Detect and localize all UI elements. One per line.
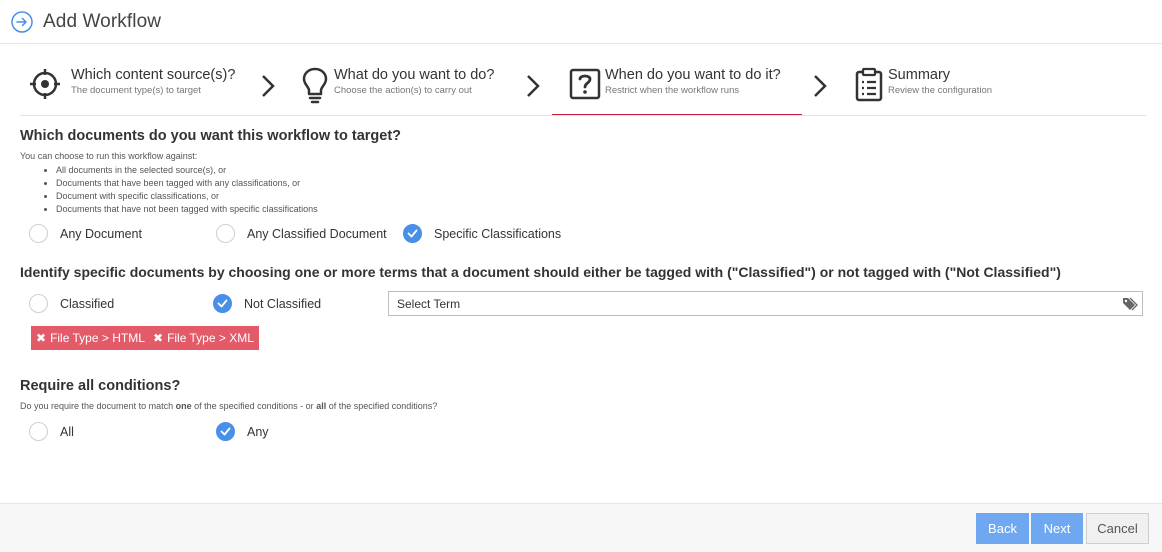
radio-any-classified-document[interactable]: Any Classified Document	[216, 224, 387, 243]
chip-label: File Type > HTML	[50, 331, 145, 345]
step-subtitle: Restrict when the workflow runs	[605, 85, 740, 96]
back-button[interactable]: Back	[976, 513, 1029, 544]
radio-circle[interactable]	[29, 294, 48, 313]
remove-icon[interactable]: ✖	[153, 331, 163, 345]
radio-circle[interactable]	[29, 422, 48, 441]
checkmark-icon	[220, 427, 231, 436]
list-item: All documents in the selected source(s),…	[56, 164, 318, 177]
select-term-input[interactable]: Select Term	[388, 291, 1143, 316]
list-item: Document with specific classifications, …	[56, 190, 318, 203]
step-action[interactable]: What do you want to do? Choose the actio…	[296, 58, 516, 116]
select-term-placeholder: Select Term	[397, 296, 461, 311]
question-box-icon	[569, 68, 601, 100]
step-title: Which content source(s)?	[71, 67, 236, 83]
radio-label: Classified	[60, 296, 115, 311]
description-emphasis: one	[175, 401, 192, 411]
radio-not-classified[interactable]: Not Classified	[213, 294, 321, 313]
list-item: Documents that have been tagged with any…	[56, 177, 318, 190]
cancel-button[interactable]: Cancel	[1086, 513, 1149, 544]
checkmark-icon	[217, 299, 228, 308]
step-title: What do you want to do?	[334, 67, 495, 83]
radio-label: Any Document	[60, 226, 142, 241]
step-title: When do you want to do it?	[605, 67, 781, 83]
list-item: Documents that have not been tagged with…	[56, 203, 318, 216]
description-text: of the specified conditions - or	[191, 401, 317, 411]
identify-heading: Identify specific documents by choosing …	[20, 264, 1061, 280]
radio-circle-checked[interactable]	[403, 224, 422, 243]
chevron-right-icon	[262, 75, 275, 97]
dialog-header: Add Workflow	[0, 0, 1162, 44]
radio-label: Any	[247, 424, 269, 439]
radio-circle-checked[interactable]	[213, 294, 232, 313]
radio-label: Any Classified Document	[247, 226, 387, 241]
term-chip[interactable]: ✖ File Type > XML	[148, 326, 259, 350]
tags-icon[interactable]	[1122, 296, 1138, 312]
target-heading: Which documents do you want this workflo…	[20, 128, 402, 144]
description-emphasis: all	[316, 401, 327, 411]
target-icon	[30, 69, 60, 99]
chip-label: File Type > XML	[167, 331, 254, 345]
radio-label: All	[60, 424, 74, 439]
radio-specific-classifications[interactable]: Specific Classifications	[403, 224, 561, 243]
dialog-title: Add Workflow	[43, 10, 162, 32]
radio-label: Specific Classifications	[434, 226, 562, 241]
checkmark-icon	[407, 229, 418, 238]
chevron-right-icon	[814, 75, 827, 97]
radio-label: Not Classified	[244, 296, 322, 311]
lightbulb-icon	[302, 67, 328, 104]
steps-divider	[20, 115, 1146, 116]
radio-circle[interactable]	[216, 224, 235, 243]
target-intro: You can choose to run this workflow agai…	[20, 151, 198, 161]
next-button[interactable]: Next	[1031, 513, 1083, 544]
target-bullet-list: All documents in the selected source(s),…	[40, 164, 318, 216]
clipboard-list-icon	[855, 67, 883, 102]
step-subtitle: Choose the action(s) to carry out	[334, 85, 472, 96]
description-text: Do you require the document to match	[20, 401, 176, 411]
step-title: Summary	[888, 67, 951, 83]
step-summary[interactable]: Summary Review the configuration	[850, 58, 1050, 116]
radio-any-document[interactable]: Any Document	[29, 224, 142, 243]
step-content-source[interactable]: Which content source(s)? The document ty…	[28, 58, 248, 116]
chevron-right-icon	[527, 75, 540, 97]
description-text: of the specified conditions?	[326, 401, 438, 411]
step-subtitle: Review the configuration	[888, 85, 993, 96]
radio-circle[interactable]	[29, 224, 48, 243]
remove-icon[interactable]: ✖	[36, 331, 46, 345]
radio-circle-checked[interactable]	[216, 422, 235, 441]
conditions-heading: Require all conditions?	[20, 378, 181, 394]
conditions-description: Do you require the document to match one…	[20, 401, 437, 411]
step-subtitle: The document type(s) to target	[71, 85, 201, 96]
radio-any[interactable]: Any	[216, 422, 269, 441]
term-chip[interactable]: ✖ File Type > HTML	[31, 326, 150, 350]
arrow-right-circle-icon	[11, 10, 33, 33]
radio-classified[interactable]: Classified	[29, 294, 114, 313]
step-when[interactable]: When do you want to do it? Restrict when…	[552, 58, 802, 116]
radio-all[interactable]: All	[29, 422, 74, 441]
